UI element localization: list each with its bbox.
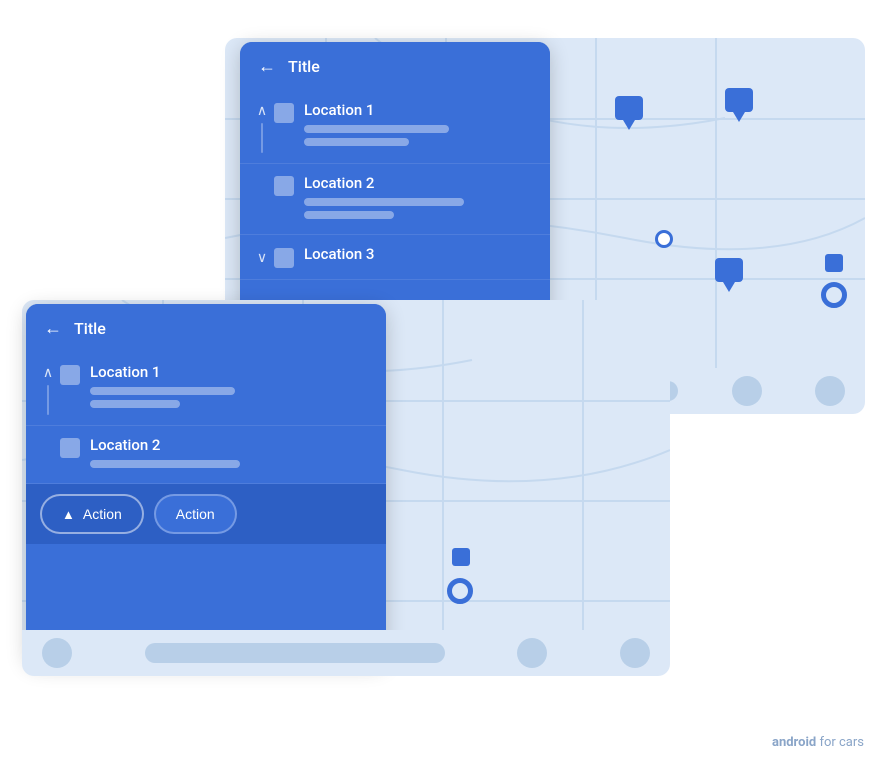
front-card-back-button[interactable]: ← (44, 318, 62, 339)
back-card-title: Title (288, 57, 320, 76)
chevron-up-0[interactable]: ∧ (257, 103, 267, 119)
front-location-name-1: Location 2 (90, 436, 370, 454)
speech-marker-3 (715, 258, 743, 296)
nav-circle-2 (732, 376, 762, 406)
expand-control-1 (250, 174, 274, 176)
front-sub-bar-1-1 (90, 460, 240, 468)
front-map-ring (447, 578, 473, 604)
action-button-1[interactable]: ▲ Action (40, 494, 144, 534)
sub-bar-0-2 (304, 138, 409, 146)
front-nav-pill (145, 643, 445, 663)
front-list-item-1[interactable]: Location 2 (26, 426, 386, 484)
action-label-2: Action (176, 506, 215, 522)
location-content-2: Location 3 (304, 245, 534, 269)
location-icon-0 (274, 103, 294, 123)
map-ring-1 (821, 282, 847, 308)
front-list-item-0[interactable]: ∧ Location 1 (26, 353, 386, 426)
location-icon-2 (274, 248, 294, 268)
location-name-0: Location 1 (304, 101, 534, 119)
nav-circle-3 (815, 376, 845, 406)
front-chevron-up-0[interactable]: ∧ (43, 365, 53, 381)
front-location-icon-0 (60, 365, 80, 385)
front-action-bar: ▲ Action Action (26, 484, 386, 544)
chevron-down-2[interactable]: ∨ (257, 250, 267, 266)
speech-marker-2 (725, 88, 753, 126)
brand-label: android for cars (772, 735, 864, 750)
back-list-item-1[interactable]: Location 2 (240, 164, 550, 235)
front-location-content-1: Location 2 (90, 436, 370, 473)
back-card-back-button[interactable]: ← (258, 56, 276, 77)
location-icon-1 (274, 176, 294, 196)
front-location-content-0: Location 1 (90, 363, 370, 413)
front-nav-circle-3 (620, 638, 650, 668)
back-list-item-2[interactable]: ∨ Location 3 (240, 235, 550, 280)
brand-bold: android (772, 735, 816, 750)
front-expand-control-1 (36, 436, 60, 438)
front-card-header: ← Title (26, 304, 386, 353)
front-sub-bar-0-1 (90, 387, 235, 395)
sub-bar-1-1 (304, 198, 464, 206)
front-card: ← Title ∧ Location 1 Location 2 ▲ Action… (26, 304, 386, 664)
location-content-0: Location 1 (304, 101, 534, 151)
action-icon-1: ▲ (62, 507, 75, 522)
back-card-header: ← Title (240, 42, 550, 91)
map-square-1 (825, 254, 843, 272)
location-content-1: Location 2 (304, 174, 534, 224)
sub-bar-0-1 (304, 125, 449, 133)
location-name-2: Location 3 (304, 245, 534, 263)
front-expand-control-0: ∧ (36, 363, 60, 415)
map-dot-1 (655, 230, 673, 248)
brand-rest: for cars (816, 735, 864, 750)
expand-control-2: ∨ (250, 248, 274, 266)
front-card-title: Title (74, 319, 106, 338)
front-expand-line-0 (47, 385, 49, 415)
expand-line-0 (261, 123, 263, 153)
front-sub-bar-0-2 (90, 400, 180, 408)
front-nav-bar (22, 630, 670, 676)
action-label-1: Action (83, 506, 122, 522)
location-name-1: Location 2 (304, 174, 534, 192)
action-button-2[interactable]: Action (154, 494, 237, 534)
front-location-name-0: Location 1 (90, 363, 370, 381)
front-nav-circle-1 (42, 638, 72, 668)
sub-bar-1-2 (304, 211, 394, 219)
expand-control-0: ∧ (250, 101, 274, 153)
back-list-item-0[interactable]: ∧ Location 1 (240, 91, 550, 164)
front-location-icon-1 (60, 438, 80, 458)
speech-marker-1 (615, 96, 643, 134)
front-map-square (452, 548, 470, 566)
front-nav-circle-2 (517, 638, 547, 668)
